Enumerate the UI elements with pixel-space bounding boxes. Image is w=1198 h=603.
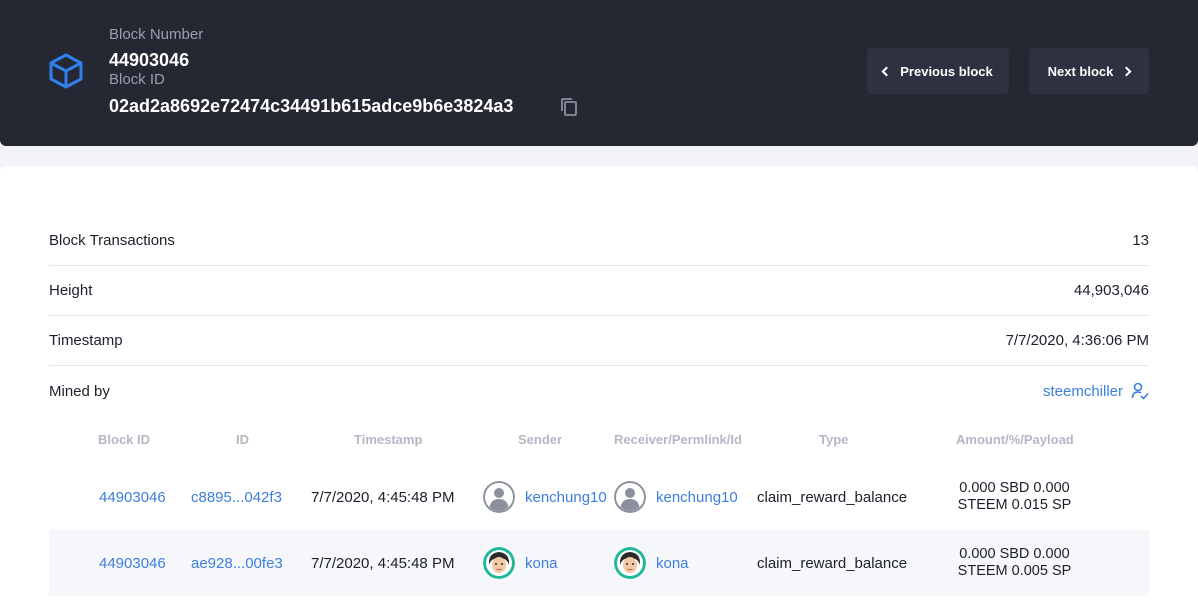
previous-block-label: Previous block — [900, 63, 993, 79]
header-id: ID — [236, 432, 249, 447]
chevron-left-icon — [881, 66, 892, 76]
transactions-value: 13 — [1132, 232, 1149, 249]
miner-name[interactable]: steemchiller — [1043, 383, 1123, 400]
row-sender[interactable]: kenchung10 — [483, 464, 607, 530]
header-receiver: Receiver/Permlink/Id — [614, 432, 742, 447]
user-check-icon — [1131, 382, 1149, 400]
row-amount: 0.000 SBD 0.000 STEEM 0.015 SP — [942, 464, 1087, 530]
table-row: 44903046 c8895...042f3 7/7/2020, 4:45:48… — [49, 464, 1149, 530]
sender-name[interactable]: kenchung10 — [525, 489, 607, 506]
block-id-label: Block ID — [109, 71, 165, 88]
row-sender[interactable]: kona — [483, 530, 558, 596]
info-row-transactions: Block Transactions 13 — [49, 216, 1149, 266]
row-tx-id[interactable]: ae928...00fe3 — [191, 530, 283, 596]
header-sender: Sender — [518, 432, 563, 447]
header-block-id: Block ID — [98, 432, 151, 447]
cube-icon — [49, 53, 83, 89]
amount-line-1: 0.000 SBD 0.000 — [959, 546, 1070, 562]
block-id: 02ad2a8692e72474c34491b615adce9b6e3824a3 — [109, 96, 514, 116]
row-type: claim_reward_balance — [757, 554, 908, 572]
chevron-right-icon — [1121, 66, 1132, 76]
previous-block-button[interactable]: Previous block — [867, 48, 1009, 94]
row-tx-id[interactable]: c8895...042f3 — [191, 464, 282, 530]
user-avatar-icon — [614, 547, 646, 579]
block-number: 44903046 — [109, 50, 190, 70]
miner-link[interactable]: steemchiller — [1043, 382, 1149, 400]
receiver-name[interactable]: kona — [656, 555, 689, 572]
row-type: claim_reward_balance — [757, 488, 908, 506]
height-value: 44,903,046 — [1073, 282, 1149, 299]
row-amount: 0.000 SBD 0.000 STEEM 0.005 SP — [942, 530, 1087, 596]
row-timestamp: 7/7/2020, 4:45:48 PM — [311, 554, 455, 572]
default-avatar-icon — [483, 481, 515, 513]
row-receiver[interactable]: kenchung10 — [614, 464, 738, 530]
row-receiver[interactable]: kona — [614, 530, 689, 596]
table-row: 44903046 ae928...00fe3 7/7/2020, 4:45:48… — [49, 530, 1149, 596]
transactions-table-header: Block ID ID Timestamp Sender Receiver/Pe… — [49, 432, 1149, 450]
copy-icon[interactable] — [560, 97, 578, 117]
info-row-mined-by: Mined by steemchiller — [49, 366, 1149, 416]
next-block-label: Next block — [1047, 63, 1114, 79]
row-block-id[interactable]: 44903046 — [99, 530, 166, 596]
header-amount: Amount/%/Payload — [956, 432, 1074, 447]
block-number-label: Block Number — [109, 26, 204, 43]
receiver-name[interactable]: kenchung10 — [656, 489, 738, 506]
timestamp-value: 7/7/2020, 4:36:06 PM — [1005, 332, 1149, 349]
amount-line-2: STEEM 0.015 SP — [957, 497, 1072, 513]
header-timestamp: Timestamp — [354, 432, 423, 447]
info-row-timestamp: Timestamp 7/7/2020, 4:36:06 PM — [49, 316, 1149, 366]
default-avatar-icon — [614, 481, 646, 513]
height-label: Height — [49, 282, 93, 299]
row-block-id[interactable]: 44903046 — [99, 464, 166, 530]
transactions-label: Block Transactions — [49, 232, 175, 249]
row-timestamp: 7/7/2020, 4:45:48 PM — [311, 488, 455, 506]
info-row-height: Height 44,903,046 — [49, 266, 1149, 316]
amount-line-2: STEEM 0.005 SP — [957, 563, 1072, 579]
user-avatar-icon — [483, 547, 515, 579]
header-type: Type — [819, 432, 849, 447]
sender-name[interactable]: kona — [525, 555, 558, 572]
mined-by-label: Mined by — [49, 382, 110, 400]
block-header: Block Number 44903046 Block ID 02ad2a869… — [0, 0, 1198, 146]
amount-line-1: 0.000 SBD 0.000 — [959, 480, 1070, 496]
next-block-button[interactable]: Next block — [1029, 48, 1149, 94]
timestamp-label: Timestamp — [49, 332, 123, 349]
